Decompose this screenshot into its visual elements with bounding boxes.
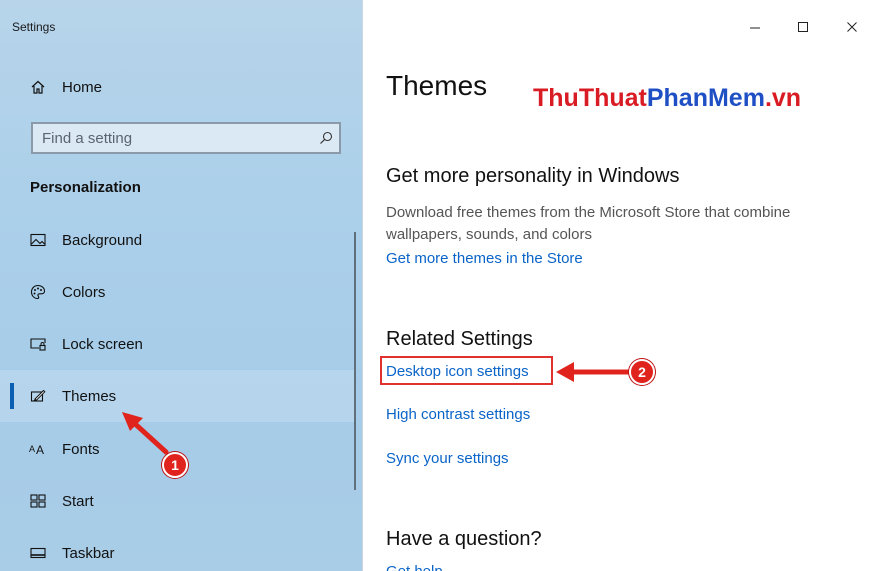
start-icon — [28, 494, 48, 508]
section-header: Personalization — [30, 179, 141, 196]
close-icon — [847, 22, 857, 32]
brush-icon — [28, 388, 48, 404]
sidebar-item-label: Start — [62, 492, 94, 510]
watermark-part-2: PhanMem — [646, 84, 765, 112]
watermark-part-1: ThuThuat — [533, 84, 647, 112]
palette-icon — [28, 284, 48, 300]
svg-text:A: A — [36, 443, 44, 456]
lock-screen-icon — [28, 337, 48, 351]
sidebar-divider — [362, 0, 363, 571]
question-heading: Have a question? — [386, 528, 542, 550]
search-box[interactable] — [31, 122, 341, 154]
personality-heading: Get more personality in Windows — [386, 165, 680, 187]
watermark-logo: ThuThuatPhanMem.vn — [533, 84, 801, 113]
high-contrast-settings-link[interactable]: High contrast settings — [386, 406, 530, 423]
maximize-button[interactable] — [785, 12, 821, 42]
sidebar-item-home[interactable]: Home — [0, 61, 356, 113]
sidebar-item-taskbar[interactable]: Taskbar — [0, 527, 356, 571]
sidebar-scrollbar[interactable] — [354, 232, 356, 490]
personality-description: Download free themes from the Microsoft … — [386, 204, 791, 243]
sidebar-item-label: Themes — [62, 387, 117, 405]
sidebar-item-label: Lock screen — [62, 335, 143, 353]
close-button[interactable] — [834, 12, 870, 42]
fonts-icon: AA — [28, 442, 48, 456]
sidebar-item-colors[interactable]: Colors — [0, 266, 356, 318]
sidebar-item-label: Background — [62, 231, 143, 249]
sidebar-item-label: Colors — [62, 283, 106, 301]
svg-text:A: A — [29, 444, 35, 454]
selection-indicator — [10, 383, 14, 409]
sidebar: Settings Home Personalization Background — [0, 0, 362, 571]
sidebar-item-background[interactable]: Background — [0, 214, 356, 266]
sidebar-item-themes[interactable]: Themes — [0, 370, 356, 422]
related-settings-heading: Related Settings — [386, 328, 533, 350]
minimize-icon — [750, 27, 760, 29]
page-title: Themes — [386, 70, 488, 101]
taskbar-icon — [28, 547, 48, 559]
sync-settings-link[interactable]: Sync your settings — [386, 450, 509, 467]
search-icon[interactable] — [313, 131, 339, 145]
arrow-2 — [556, 362, 631, 382]
sidebar-item-start[interactable]: Start — [0, 475, 356, 527]
highlight-box — [380, 356, 553, 385]
home-icon — [28, 79, 48, 95]
minimize-button[interactable] — [737, 12, 773, 42]
step-badge-1: 1 — [162, 452, 188, 478]
sidebar-item-label: Taskbar — [62, 544, 115, 562]
sidebar-item-label: Home — [62, 78, 103, 96]
search-input[interactable] — [33, 125, 313, 151]
watermark-part-3: .vn — [764, 84, 802, 112]
image-icon — [28, 233, 48, 247]
app-title: Settings — [12, 20, 56, 34]
settings-window: Settings Home Personalization Background — [0, 0, 870, 571]
sidebar-item-label: Fonts — [62, 440, 100, 458]
maximize-icon — [798, 22, 808, 32]
step-badge-2: 2 — [629, 359, 655, 385]
sidebar-item-lock-screen[interactable]: Lock screen — [0, 318, 356, 370]
get-help-link[interactable]: Get help — [386, 563, 443, 571]
get-more-themes-link[interactable]: Get more themes in the Store — [386, 250, 583, 267]
